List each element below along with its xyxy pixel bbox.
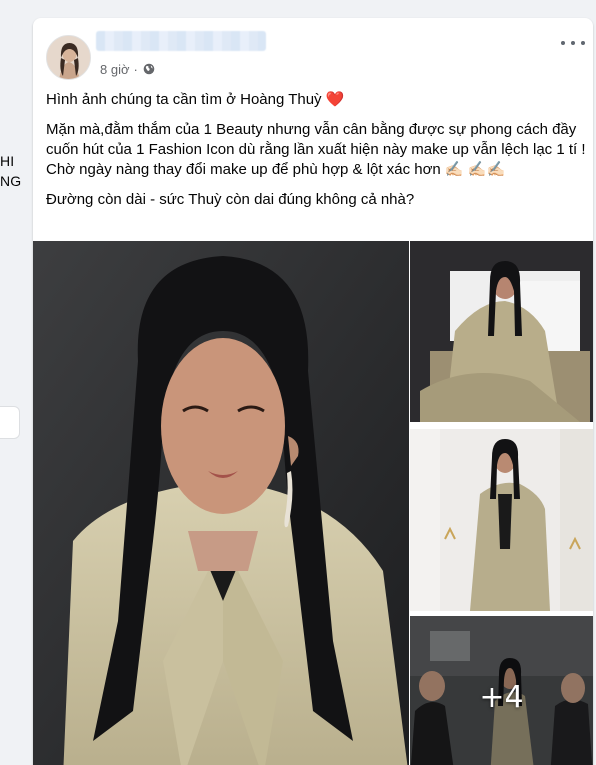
post-timestamp[interactable]: 8 giờ [100,62,130,77]
post-paragraph: Đường còn dài - sức Thuỳ còn dai đúng kh… [46,191,415,208]
heart-emoji-icon: ❤️ [325,91,345,108]
sidebar-text-fragment: HI [0,153,15,169]
post-meta: 8 giờ · [100,61,155,77]
author-avatar[interactable] [46,35,91,80]
post-photo-more[interactable]: +4 [410,616,593,765]
globe-icon[interactable] [143,63,155,75]
meta-separator: · [133,61,138,77]
standing-photo [410,429,593,611]
author-name-blurred[interactable]: ████████████ [96,31,266,51]
post-content: Hình ảnh chúng ta cần tìm ở Hoàng Thuỳ ❤… [46,90,586,220]
post-photo-thumbnail[interactable] [410,429,593,611]
post-paragraph: Mặn mà,đằm thắm của 1 Beauty nhưng vẫn c… [46,121,586,178]
post-card: ████████████ 8 giờ · Hình ảnh chúng ta c… [33,18,593,765]
more-horizontal-icon[interactable] [561,35,585,51]
left-sidebar: HI NG [0,0,22,765]
sidebar-card[interactable] [0,406,20,439]
sidebar-text-fragment: NG [0,173,22,189]
portrait-photo [33,241,409,765]
post-photo-main[interactable] [33,241,409,765]
seated-photo [410,241,593,422]
more-photos-overlay[interactable]: +4 [410,616,593,765]
facebook-feed: HI NG ████████████ 8 giờ · [0,0,596,765]
avatar-photo [47,36,90,79]
post-paragraph: Hình ảnh chúng ta cần tìm ở Hoàng Thuỳ ❤… [46,91,345,108]
post-photo-thumbnail[interactable] [410,241,593,422]
